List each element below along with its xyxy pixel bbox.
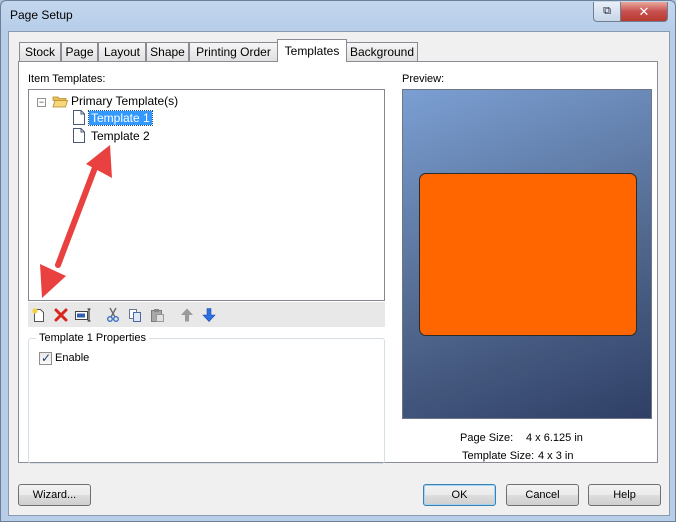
tab-label: Page <box>65 45 94 59</box>
close-icon: ✕ <box>638 3 650 19</box>
enable-label: Enable <box>55 352 90 364</box>
page-size-value: 4 x 6.125 in <box>526 432 583 444</box>
delete-button[interactable] <box>52 306 70 324</box>
template-properties-group: Template 1 Properties ✓ Enable <box>28 332 385 464</box>
restore-button[interactable]: ⧉ <box>593 2 621 22</box>
page-preview <box>402 89 652 419</box>
template-toolbar <box>28 302 385 327</box>
folder-open-icon <box>52 96 68 108</box>
template-tree[interactable]: − Primary Template(s) Template 1 Templat… <box>28 89 385 301</box>
tab-label: Printing Order <box>196 45 271 59</box>
cut-icon <box>107 307 119 322</box>
move-down-icon <box>202 308 216 322</box>
delete-icon <box>54 308 68 322</box>
tab-label: Stock <box>24 45 55 59</box>
paste-button[interactable] <box>148 306 166 324</box>
new-template-button[interactable] <box>30 306 48 324</box>
tree-item-template-2[interactable]: Template 2 <box>91 129 150 143</box>
window-title: Page Setup <box>10 8 73 22</box>
tab-printing-order[interactable]: Printing Order <box>189 42 278 61</box>
tab-background[interactable]: Background <box>346 42 418 61</box>
move-down-button[interactable] <box>200 306 218 324</box>
document-icon <box>73 110 85 125</box>
template-properties-title: Template 1 Properties <box>36 332 149 344</box>
new-template-icon <box>32 308 44 322</box>
rename-icon <box>75 308 91 322</box>
page-size-label: Page Size: <box>460 432 514 444</box>
help-button[interactable]: Help <box>588 484 661 506</box>
tab-label: Shape <box>150 45 185 59</box>
tab-label: Layout <box>103 45 141 59</box>
document-icon <box>73 128 85 143</box>
wizard-button[interactable]: Wizard... <box>18 484 91 506</box>
tree-root-primary-templates[interactable]: Primary Template(s) <box>71 94 178 108</box>
move-up-button[interactable] <box>178 306 196 324</box>
restore-icon: ⧉ <box>603 5 611 17</box>
tab-label: Templates <box>284 44 340 58</box>
templates-tab-panel: Item Templates: − Primary Template(s) Te… <box>18 61 658 464</box>
tab-shape[interactable]: Shape <box>146 42 189 61</box>
checkmark-icon: ✓ <box>41 351 52 365</box>
paste-icon <box>151 309 164 322</box>
tab-layout[interactable]: Layout <box>98 42 146 61</box>
tab-stock[interactable]: Stock <box>19 42 61 61</box>
preview-label: Preview: <box>402 73 445 85</box>
page-setup-dialog: Page Setup ⧉ ✕ Stock Page Layout Shape P… <box>0 0 676 522</box>
enable-checkbox[interactable]: ✓ <box>39 351 52 365</box>
cancel-button[interactable]: Cancel <box>506 484 579 506</box>
tree-item-template-1[interactable]: Template 1 <box>88 110 153 126</box>
copy-button[interactable] <box>126 306 144 324</box>
dialog-client-area: Stock Page Layout Shape Printing Order T… <box>8 31 670 516</box>
title-bar[interactable]: Page Setup ⧉ ✕ <box>1 1 675 31</box>
collapse-toggle-icon[interactable]: − <box>37 98 46 107</box>
copy-icon <box>129 309 141 322</box>
template-preview-shape <box>419 173 637 336</box>
tab-page[interactable]: Page <box>61 42 98 61</box>
move-up-icon <box>181 308 193 322</box>
ok-button[interactable]: OK <box>423 484 496 506</box>
tab-templates[interactable]: Templates <box>277 39 347 62</box>
template-size-value: 4 x 3 in <box>538 450 574 462</box>
tab-label: Background <box>349 45 415 59</box>
template-size-label: Template Size: <box>462 450 535 462</box>
item-templates-label: Item Templates: <box>28 73 106 85</box>
rename-button[interactable] <box>74 306 92 324</box>
close-button[interactable]: ✕ <box>620 2 668 22</box>
cut-button[interactable] <box>104 306 122 324</box>
